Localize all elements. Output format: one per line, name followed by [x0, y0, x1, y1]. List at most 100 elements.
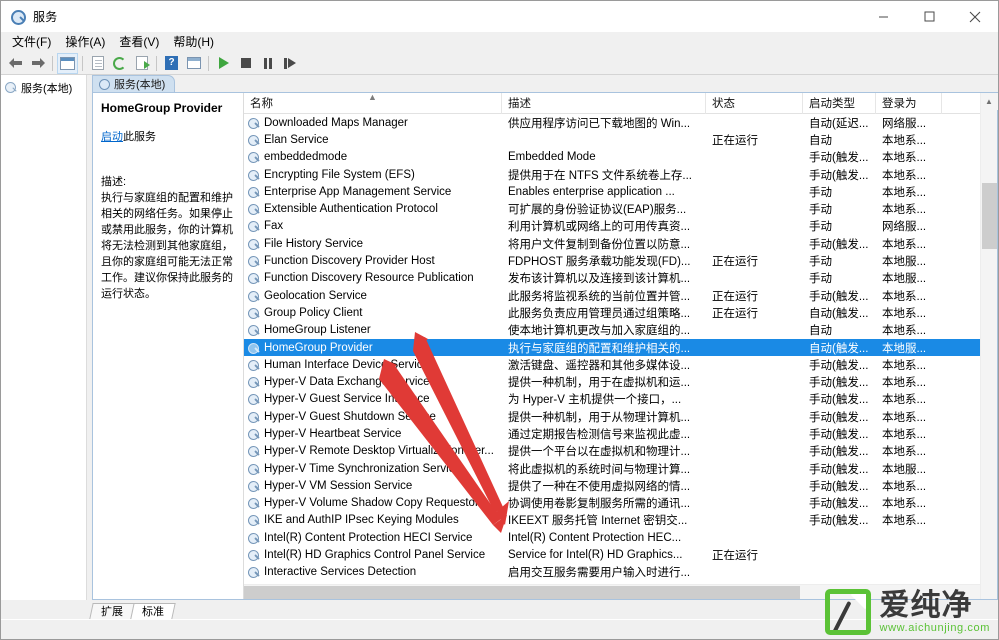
body: 服务(本地) 服务(本地) HomeGroup Provider 启动此服务 描…: [1, 75, 998, 600]
toolbar-separator: [208, 55, 209, 71]
cell-text: Extensible Authentication Protocol: [264, 203, 438, 216]
column-header-label: 启动类型: [809, 98, 855, 110]
table-row[interactable]: HomeGroup Provider 执行与家庭组的配置和维护相关的... 自动(触…: [244, 338, 997, 357]
watermark-text: 爱纯净: [879, 588, 973, 622]
table-row[interactable]: Intel(R) Content Protection HECI Service…: [244, 529, 997, 546]
column-header-description[interactable]: 描述: [502, 92, 706, 114]
cell-text: Hyper-V Volume Shadow Copy Requestor: [264, 497, 479, 510]
cell-text: Encrypting File System (EFS): [264, 168, 415, 181]
cell-name: Elan Service: [244, 134, 502, 146]
service-action-suffix: 此服务: [123, 131, 156, 143]
column-header-label: 名称: [250, 98, 273, 110]
vertical-scrollbar[interactable]: ▲: [980, 93, 998, 599]
cell-text: HomeGroup Listener: [264, 324, 371, 337]
cell-name: Downloaded Maps Manager: [244, 117, 502, 129]
menu-help[interactable]: 帮助(H): [166, 31, 221, 53]
table-row[interactable]: Interactive Services Detection 启用交互服务需要用户…: [244, 564, 997, 581]
stop-service-icon[interactable]: [235, 53, 256, 74]
cell-name: Hyper-V Volume Shadow Copy Requestor: [244, 497, 502, 510]
tree-item-services-local[interactable]: 服务(本地): [1, 79, 86, 96]
service-gear-icon: [248, 203, 260, 216]
cell-startup: 自动: [809, 325, 832, 338]
table-row[interactable]: Human Interface Device Servic 激活键盘、遥控器和其他…: [244, 356, 997, 373]
minimize-button[interactable]: [860, 1, 906, 32]
properties-icon[interactable]: [87, 53, 108, 74]
list-column-headers: 名称 ▲ 描述 状态 启动类型 登录为: [244, 92, 997, 114]
help-icon[interactable]: ?: [161, 53, 182, 74]
pause-service-icon[interactable]: [257, 53, 278, 74]
cell-logon: 本地系...: [882, 238, 927, 251]
cell-name: Geolocation Service: [244, 290, 502, 302]
table-row[interactable]: Fax 利用计算机或网络上的可用传真资... 手动 网络服...: [244, 218, 997, 235]
cell-description: 提供一种机制，用于在虚拟机和运...: [508, 377, 691, 390]
column-header-name[interactable]: 名称 ▲: [244, 92, 502, 114]
table-row[interactable]: Downloaded Maps Manager 供应用程序访问已下载地图的 Win…: [244, 114, 997, 131]
table-row[interactable]: Hyper-V Time Synchronization Service 将此虚拟…: [244, 460, 997, 477]
pane-tab-services-local[interactable]: 服务(本地): [92, 75, 176, 92]
table-row[interactable]: Extensible Authentication Protocol 可扩展的身份…: [244, 200, 997, 217]
column-header-startup[interactable]: 启动类型: [803, 92, 876, 114]
column-header-logon[interactable]: 登录为: [876, 92, 942, 114]
table-row[interactable]: Hyper-V Guest Shutdown Service 提供一种机制，用于从…: [244, 408, 997, 425]
start-service-icon[interactable]: [213, 53, 234, 74]
start-service-link[interactable]: 启动: [101, 131, 123, 143]
cell-text: Function Discovery Resource Publication: [264, 272, 474, 285]
service-gear-icon: [248, 566, 260, 579]
table-row[interactable]: Hyper-V VM Session Service 提供了一种在不使用虚拟网络的…: [244, 477, 997, 494]
column-header-label: 状态: [712, 98, 735, 110]
table-row[interactable]: Hyper-V Heartbeat Service 通过定期报告检测信号来监视此虚…: [244, 425, 997, 442]
detail-view-icon[interactable]: [183, 53, 204, 74]
restart-service-icon[interactable]: [279, 53, 300, 74]
table-row[interactable]: Group Policy Client 此服务负责应用管理员通过组策略... 正在运…: [244, 304, 997, 321]
table-row[interactable]: Function Discovery Resource Publication 发…: [244, 270, 997, 287]
tab-extended[interactable]: 扩展: [89, 603, 135, 619]
table-row[interactable]: Hyper-V Remote Desktop Virtualization Se…: [244, 443, 997, 460]
cell-status: 正在运行: [712, 307, 758, 320]
cell-text: Hyper-V Guest Shutdown Service: [264, 410, 436, 423]
table-row[interactable]: Geolocation Service 此服务将监视系统的当前位置并管... 正在运…: [244, 287, 997, 304]
cell-description: IKEEXT 服务托管 Internet 密钥交...: [508, 515, 688, 528]
cell-startup: 手动(触发...: [809, 463, 869, 476]
table-row[interactable]: Hyper-V Volume Shadow Copy Requestor 协调使用…: [244, 495, 997, 512]
cell-logon: 本地系...: [882, 169, 927, 182]
back-arrow-icon[interactable]: [5, 53, 26, 74]
horizontal-scrollbar-thumb[interactable]: [244, 586, 800, 599]
export-list-icon[interactable]: [131, 53, 152, 74]
menu-file[interactable]: 文件(F): [5, 31, 58, 53]
table-row[interactable]: File History Service 将用户文件复制到备份位置以防意... 手动…: [244, 235, 997, 252]
service-gear-icon: [248, 428, 260, 440]
table-row[interactable]: Function Discovery Provider Host FDPHOST …: [244, 252, 997, 269]
forward-arrow-icon[interactable]: [27, 53, 48, 74]
cell-text: Fax: [264, 220, 284, 233]
table-row[interactable]: Hyper-V Data Exchange Service 提供一种机制，用于在虚…: [244, 373, 997, 390]
cell-text: Intel(R) Content Protection HECI Service: [264, 531, 473, 544]
menu-view[interactable]: 查看(V): [112, 31, 166, 53]
table-row[interactable]: embeddedmode Embedded Mode 手动(触发... 本地系...: [244, 149, 997, 166]
tab-standard[interactable]: 标准: [130, 603, 176, 619]
show-hide-tree-icon[interactable]: [57, 52, 78, 74]
maximize-button[interactable]: [906, 1, 952, 32]
table-row[interactable]: Encrypting File System (EFS) 提供用于在 NTFS 文…: [244, 166, 997, 183]
cell-name: Extensible Authentication Protocol: [244, 203, 502, 216]
column-header-status[interactable]: 状态: [706, 92, 803, 114]
close-button[interactable]: [952, 1, 998, 32]
vertical-scrollbar-thumb[interactable]: [982, 183, 997, 249]
cell-description: 提供一个平台以在虚拟机和物理计...: [508, 446, 691, 459]
refresh-icon[interactable]: [109, 53, 130, 74]
cell-text: Hyper-V Heartbeat Service: [264, 427, 402, 440]
menu-action[interactable]: 操作(A): [58, 31, 112, 53]
table-row[interactable]: Elan Service 正在运行 自动 本地系...: [244, 131, 997, 148]
description-text: 执行与家庭组的配置和维护相关的网络任务。如果停止或禁用此服务，你的计算机将无法检…: [101, 192, 233, 300]
cell-logon: 本地系...: [882, 290, 927, 303]
table-row[interactable]: HomeGroup Listener 使本地计算机更改与加入家庭组的... 自动 本地…: [244, 322, 997, 339]
table-row[interactable]: Hyper-V Guest Service Interface 为 Hyper-V…: [244, 391, 997, 408]
service-gear-icon: [248, 169, 260, 181]
table-row[interactable]: Enterprise App Management Service Enables…: [244, 183, 997, 200]
table-row[interactable]: Intel(R) HD Graphics Control Panel Servi…: [244, 546, 997, 563]
table-row[interactable]: IKE and AuthIP IPsec Keying Modules IKEEX…: [244, 512, 997, 529]
cell-startup: 手动(触发...: [809, 238, 869, 251]
cell-logon: 本地系...: [882, 186, 927, 199]
cell-startup: 手动(触发...: [809, 359, 869, 372]
scroll-up-arrow-icon[interactable]: ▲: [980, 93, 998, 110]
service-gear-icon: [248, 480, 260, 492]
